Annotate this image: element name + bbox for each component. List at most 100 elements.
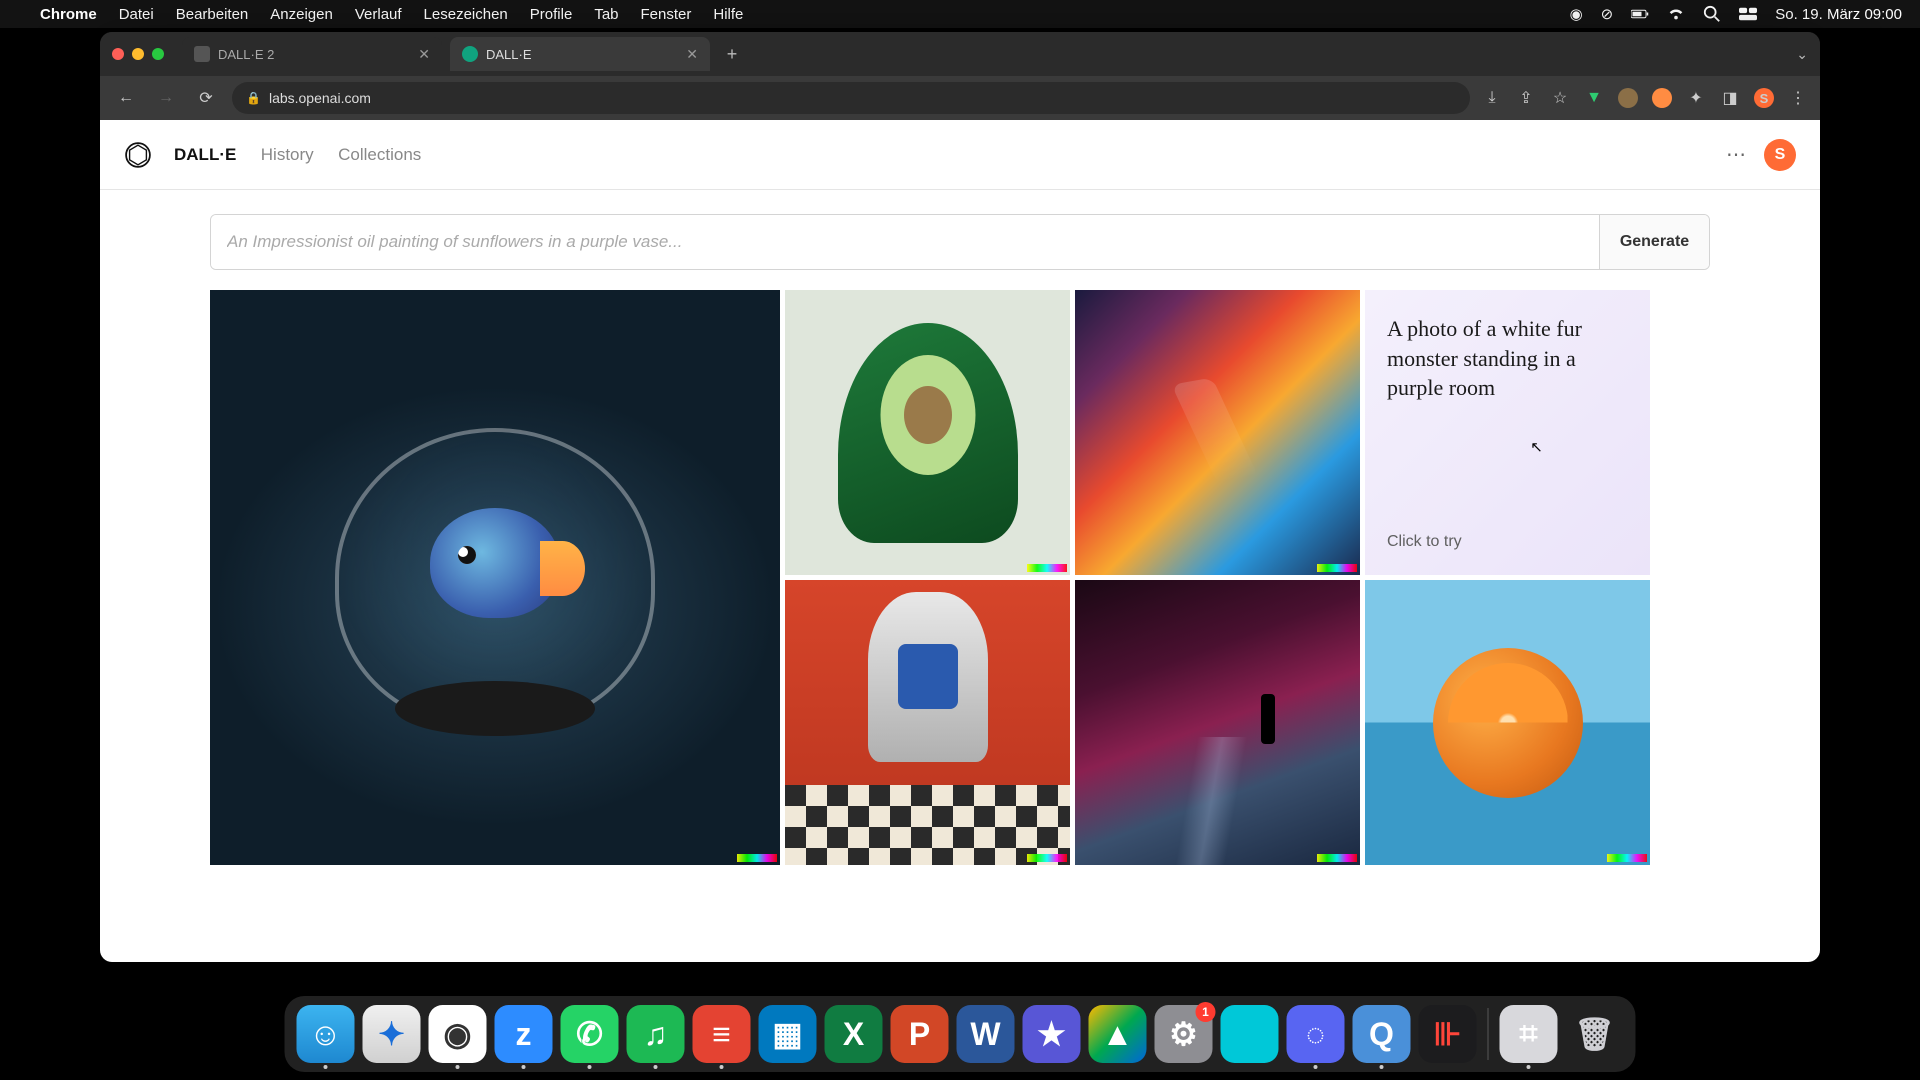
menu-lesezeichen[interactable]: Lesezeichen [424,6,508,23]
menu-fenster[interactable]: Fenster [641,6,692,23]
dock-powerpoint[interactable]: P [891,1005,949,1063]
dock-voice-memos[interactable]: ⊪ [1419,1005,1477,1063]
record-icon[interactable]: ◉ [1570,5,1583,23]
nav-history[interactable]: History [261,145,314,164]
macos-menubar: Chrome Datei Bearbeiten Anzeigen Verlauf… [0,0,1920,28]
menu-tab[interactable]: Tab [594,6,618,23]
stop-icon[interactable]: ⊘ [1601,5,1614,23]
dalle-signature-icon [1607,854,1647,862]
tab-strip: DALL·E 2 ✕ DALL·E ✕ + ⌄ [100,32,1820,76]
tab-title: DALL·E 2 [218,47,274,62]
bookmark-star-icon[interactable]: ☆ [1550,88,1570,108]
dock-spotify[interactable]: ♫ [627,1005,685,1063]
dalle-signature-icon [1317,564,1357,572]
menubar-clock[interactable]: So. 19. März 09:00 [1775,6,1902,23]
address-bar[interactable]: 🔒 labs.openai.com [232,82,1470,114]
window-controls [112,48,164,60]
dock-todoist[interactable]: ≡ [693,1005,751,1063]
suggestion-cta: Click to try [1387,533,1628,551]
tab-close-icon[interactable]: ✕ [686,46,698,63]
chrome-menu-icon[interactable]: ⋮ [1788,88,1808,108]
gallery-tile-robot-chess[interactable] [785,580,1070,865]
fullscreen-window-button[interactable] [152,48,164,60]
tabs-dropdown-icon[interactable]: ⌄ [1796,46,1808,63]
dock-badge: 1 [1196,1002,1216,1022]
dock-quicktime[interactable]: Q [1353,1005,1411,1063]
openai-logo-icon [124,141,152,169]
main-area: Generate A photo of a white fur monster … [100,190,1820,962]
dock-zoom[interactable]: z [495,1005,553,1063]
back-button[interactable]: ← [112,84,140,112]
gallery-tile-orange[interactable] [1365,580,1650,865]
extension-icon[interactable] [1652,88,1672,108]
menu-verlauf[interactable]: Verlauf [355,6,402,23]
url-text: labs.openai.com [269,90,371,106]
extensions-puzzle-icon[interactable]: ✦ [1686,88,1706,108]
macos-dock: ☺ ✦ ◉ z ✆ ♫ ≡ ▦ X P W ★ ▲ ⚙1 ◌ Q ⊪ ⌗ 🗑 [285,996,1636,1072]
prompt-input[interactable] [211,215,1599,269]
forward-button[interactable]: → [152,84,180,112]
dock-word[interactable]: W [957,1005,1015,1063]
wifi-icon[interactable] [1667,5,1685,23]
menubar-app-name[interactable]: Chrome [40,6,97,23]
nav-collections[interactable]: Collections [338,145,421,164]
gallery-tile-avocado-chair[interactable] [785,290,1070,575]
tab-favicon-icon [194,46,210,62]
reload-button[interactable]: ⟳ [192,84,220,112]
gallery-tile-desert-figure[interactable] [1075,580,1360,865]
generate-button[interactable]: Generate [1599,215,1709,269]
dock-chrome[interactable]: ◉ [429,1005,487,1063]
profile-avatar[interactable]: S [1754,88,1774,108]
battery-icon[interactable] [1631,5,1649,23]
dock-trash[interactable]: 🗑 [1566,1005,1624,1063]
dock-whatsapp[interactable]: ✆ [561,1005,619,1063]
user-avatar[interactable]: S [1764,139,1796,171]
gallery-tile-fishbowl[interactable] [210,290,780,865]
app-nav: DALL·E History Collections [174,145,441,165]
dock-preview[interactable]: ⌗ [1500,1005,1558,1063]
extension-shield-icon[interactable]: ▼ [1584,88,1604,108]
more-menu-icon[interactable]: ⋯ [1726,142,1748,167]
page-content: DALL·E History Collections ⋯ S Generate [100,120,1820,962]
minimize-window-button[interactable] [132,48,144,60]
spotlight-icon[interactable] [1703,5,1721,23]
browser-window: DALL·E 2 ✕ DALL·E ✕ + ⌄ ← → ⟳ 🔒 labs.ope… [100,32,1820,962]
share-icon[interactable]: ⇪ [1516,88,1536,108]
browser-tab[interactable]: DALL·E 2 ✕ [182,37,442,71]
extension-icon[interactable] [1618,88,1638,108]
menu-hilfe[interactable]: Hilfe [713,6,743,23]
app-header: DALL·E History Collections ⋯ S [100,120,1820,190]
browser-toolbar: ← → ⟳ 🔒 labs.openai.com ⤓ ⇪ ☆ ▼ ✦ ◨ S ⋮ [100,76,1820,120]
dock-drive[interactable]: ▲ [1089,1005,1147,1063]
dalle-signature-icon [1027,564,1067,572]
dalle-signature-icon [1317,854,1357,862]
tab-favicon-icon [462,46,478,62]
menu-profile[interactable]: Profile [530,6,573,23]
dock-excel[interactable]: X [825,1005,883,1063]
gallery-tile-nebula-dunk[interactable] [1075,290,1360,575]
menu-datei[interactable]: Datei [119,6,154,23]
sidepanel-icon[interactable]: ◨ [1720,88,1740,108]
tab-title: DALL·E [486,47,532,62]
dock-imovie[interactable]: ★ [1023,1005,1081,1063]
dock-trello[interactable]: ▦ [759,1005,817,1063]
nav-dalle[interactable]: DALL·E [174,145,236,164]
dock-discord[interactable]: ◌ [1287,1005,1345,1063]
dock-finder[interactable]: ☺ [297,1005,355,1063]
tab-close-icon[interactable]: ✕ [418,46,430,63]
browser-tab-active[interactable]: DALL·E ✕ [450,37,710,71]
close-window-button[interactable] [112,48,124,60]
prompt-bar: Generate [210,214,1710,270]
dock-app-teal[interactable] [1221,1005,1279,1063]
new-tab-button[interactable]: + [718,40,746,68]
control-center-icon[interactable] [1739,5,1757,23]
lock-icon: 🔒 [246,91,261,105]
suggestion-text: A photo of a white fur monster standing … [1387,314,1628,403]
suggestion-card[interactable]: A photo of a white fur monster standing … [1365,290,1650,575]
menu-anzeigen[interactable]: Anzeigen [270,6,333,23]
install-app-icon[interactable]: ⤓ [1482,88,1502,108]
example-gallery: A photo of a white fur monster standing … [210,290,1710,865]
menu-bearbeiten[interactable]: Bearbeiten [176,6,249,23]
dock-safari[interactable]: ✦ [363,1005,421,1063]
dock-settings[interactable]: ⚙1 [1155,1005,1213,1063]
